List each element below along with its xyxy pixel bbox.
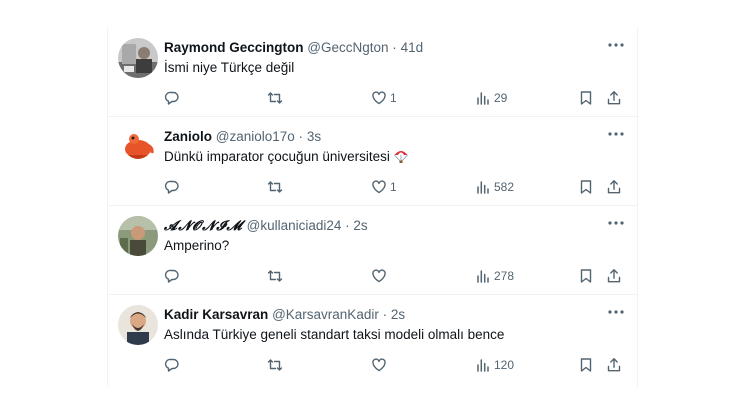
retweet-button[interactable]	[267, 177, 286, 197]
tweet-header: 𝓐𝓝𝓞𝓝𝓘𝓜 @kullaniciadi24 · 2s	[164, 217, 597, 235]
avatar[interactable]	[118, 305, 158, 345]
share-button[interactable]	[606, 355, 622, 375]
bookmark-button[interactable]	[578, 88, 594, 108]
reply-button[interactable]	[164, 355, 183, 375]
separator: ·	[392, 40, 397, 55]
reply-button[interactable]	[164, 88, 183, 108]
heart-icon	[372, 269, 386, 283]
bookmark-button[interactable]	[578, 355, 594, 375]
share-button[interactable]	[606, 266, 622, 286]
action-bar: 120	[164, 355, 625, 375]
author-name[interactable]: Kadir Karsavran	[164, 307, 268, 322]
bookmark-icon	[580, 180, 592, 194]
views-button[interactable]: 120	[475, 355, 514, 375]
reply-icon	[164, 358, 179, 372]
bookmark-button[interactable]	[578, 177, 594, 197]
timestamp[interactable]: 2s	[353, 218, 367, 233]
timestamp[interactable]: 41d	[401, 40, 424, 55]
tweet-text-row: Dünkü imparator çocuğun üniversitesi	[164, 148, 409, 165]
retweet-icon	[267, 359, 283, 371]
like-button[interactable]: 1	[371, 88, 397, 108]
bookmark-icon	[580, 269, 592, 283]
retweet-button[interactable]	[267, 266, 286, 286]
tweet-text: İsmi niye Türkçe değil	[164, 60, 295, 75]
bookmark-button[interactable]	[578, 266, 594, 286]
share-icon	[607, 269, 621, 283]
separator: ·	[382, 307, 388, 322]
more-icon[interactable]	[607, 216, 625, 230]
like-button[interactable]: 1	[371, 177, 397, 197]
tweet-text: Aslında Türkiye geneli standart taksi mo…	[164, 327, 505, 342]
avatar[interactable]	[118, 38, 158, 78]
bookmark-icon	[580, 91, 592, 105]
views-icon	[477, 359, 489, 372]
views-icon	[477, 270, 489, 283]
like-count: 1	[390, 180, 397, 194]
reply-icon	[164, 180, 179, 194]
tweet-header: Raymond Geccington @GeccNgton · 41d	[164, 39, 597, 56]
timestamp[interactable]: 3s	[307, 129, 321, 144]
timestamp[interactable]: 2s	[391, 307, 405, 322]
action-bar: 1 582	[164, 177, 625, 197]
author-name[interactable]: Zaniolo	[164, 129, 212, 144]
tweet[interactable]: Zaniolo @zaniolo17o · 3s Dünkü imparator…	[108, 117, 637, 206]
retweet-icon	[267, 92, 283, 104]
tweet-text: Amperino?	[164, 238, 230, 253]
reply-icon	[164, 91, 179, 105]
like-button[interactable]	[371, 355, 390, 375]
action-bar: 278	[164, 266, 625, 286]
more-icon[interactable]	[607, 305, 625, 319]
share-button[interactable]	[606, 177, 622, 197]
share-button[interactable]	[606, 88, 622, 108]
views-icon	[477, 181, 489, 194]
author-handle[interactable]: @zaniolo17o	[216, 129, 295, 144]
author-handle[interactable]: @GeccNgton	[307, 40, 388, 55]
view-count: 29	[494, 91, 508, 105]
view-count: 582	[494, 180, 515, 194]
separator: ·	[298, 129, 304, 144]
tweet[interactable]: 𝓐𝓝𝓞𝓝𝓘𝓜 @kullaniciadi24 · 2s Amperino? 27…	[108, 206, 637, 295]
views-button[interactable]: 29	[475, 88, 507, 108]
author-name[interactable]: Raymond Geccington	[164, 40, 304, 55]
more-icon[interactable]	[607, 38, 625, 52]
tweet-header: Kadir Karsavran @KarsavranKadir · 2s	[164, 306, 597, 323]
author-handle[interactable]: @kullaniciadi24	[247, 218, 342, 233]
more-icon[interactable]	[607, 127, 625, 141]
views-icon	[477, 92, 489, 105]
views-button[interactable]: 582	[475, 177, 514, 197]
separator: ·	[345, 218, 350, 233]
avatar[interactable]	[118, 216, 158, 256]
tweet[interactable]: Kadir Karsavran @KarsavranKadir · 2s Asl…	[108, 295, 637, 387]
view-count: 120	[494, 358, 515, 372]
author-name[interactable]: 𝓐𝓝𝓞𝓝𝓘𝓜	[164, 218, 243, 234]
action-bar: 1 29	[164, 88, 625, 108]
reply-button[interactable]	[164, 177, 183, 197]
like-button[interactable]	[371, 266, 390, 286]
like-count: 1	[390, 91, 397, 105]
avatar[interactable]	[118, 127, 158, 167]
retweet-button[interactable]	[267, 88, 286, 108]
heart-icon	[372, 91, 386, 105]
share-icon	[607, 358, 621, 372]
view-count: 278	[494, 269, 515, 283]
author-handle[interactable]: @KarsavranKadir	[272, 307, 379, 322]
retweet-button[interactable]	[267, 355, 286, 375]
tweet-text: Dünkü imparator çocuğun üniversitesi	[164, 149, 390, 164]
parachute-emoji-icon	[394, 151, 408, 163]
reply-button[interactable]	[164, 266, 183, 286]
retweet-icon	[267, 270, 283, 282]
tweet-header: Zaniolo @zaniolo17o · 3s	[164, 128, 597, 145]
heart-icon	[372, 180, 386, 194]
retweet-icon	[267, 181, 283, 193]
share-icon	[607, 91, 621, 105]
views-button[interactable]: 278	[475, 266, 514, 286]
reply-feed: Raymond Geccington @GeccNgton · 41d İsmi…	[107, 28, 638, 387]
tweet[interactable]: Raymond Geccington @GeccNgton · 41d İsmi…	[108, 28, 637, 117]
heart-icon	[372, 358, 386, 372]
reply-icon	[164, 269, 179, 283]
bookmark-icon	[580, 358, 592, 372]
share-icon	[607, 180, 621, 194]
